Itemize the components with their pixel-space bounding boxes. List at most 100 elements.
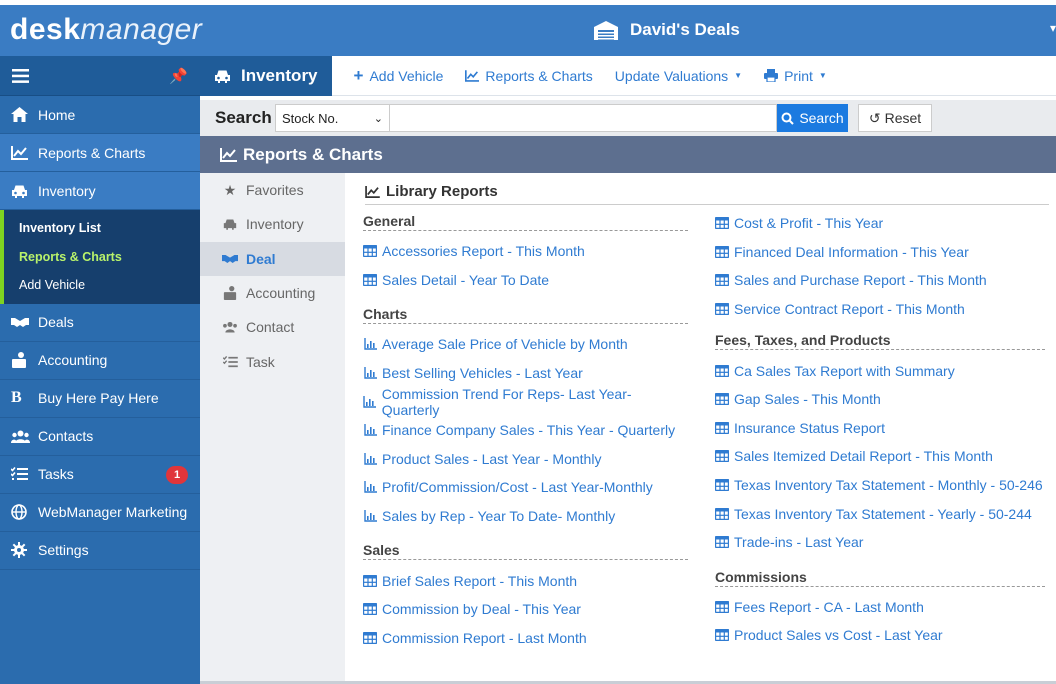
report-link[interactable]: Product Sales - Last Year - Monthly — [363, 445, 688, 474]
caret-down-icon: ▼ — [818, 71, 827, 80]
report-link-label: Brief Sales Report - This Month — [382, 572, 578, 589]
report-link[interactable]: Accessories Report - This Month — [363, 237, 688, 266]
chevron-down-icon[interactable]: ▾ — [1050, 21, 1056, 35]
report-link-label: Product Sales vs Cost - Last Year — [734, 627, 943, 644]
car-icon — [11, 184, 38, 198]
sidebar-item-deals[interactable]: Deals — [0, 304, 200, 342]
report-link[interactable]: Financed Deal Information - This Year — [715, 238, 1045, 267]
report-group: Sales Brief Sales Report - This Month Comm… — [363, 540, 688, 652]
chart-icon — [220, 147, 237, 162]
car-icon — [222, 218, 238, 231]
bar-chart-icon — [363, 395, 377, 408]
category-label: Inventory — [246, 216, 304, 233]
report-group: Charts Average Sale Price of Vehicle by M… — [363, 304, 688, 530]
search-field-select[interactable]: Stock No. ⌄ — [275, 104, 390, 132]
report-link[interactable]: Best Selling Vehicles - Last Year — [363, 359, 688, 388]
print-dropdown[interactable]: Print ▼ — [764, 68, 827, 84]
search-label: Search — [215, 108, 272, 127]
report-link[interactable]: Sales Itemized Detail Report - This Mont… — [715, 442, 1045, 471]
hamburger-icon[interactable] — [12, 68, 29, 83]
category-task[interactable]: Task — [200, 344, 345, 378]
report-group-title: General — [363, 211, 688, 231]
bar-chart-icon — [363, 367, 377, 379]
search-input[interactable] — [390, 104, 777, 132]
inventory-subnav: Inventory List Reports & Charts Add Vehi… — [0, 210, 200, 304]
sidebar-item-label: Home — [38, 106, 76, 123]
report-link[interactable]: Texas Inventory Tax Statement - Yearly -… — [715, 499, 1045, 528]
add-vehicle-button[interactable]: + Add Vehicle — [354, 66, 444, 86]
sidebar-item-home[interactable]: Home — [0, 96, 200, 134]
report-link[interactable]: Sales by Rep - Year To Date- Monthly — [363, 502, 688, 531]
report-link[interactable]: Product Sales vs Cost - Last Year — [715, 621, 1045, 650]
report-link[interactable]: Sales Detail - Year To Date — [363, 266, 688, 295]
subnav-add-vehicle[interactable]: Add Vehicle — [4, 271, 200, 300]
pin-icon[interactable]: 📌 — [169, 67, 188, 85]
sidebar-item-label: Accounting — [38, 352, 108, 368]
top-bar-inner: deskmanager David's Deals ▾ — [0, 5, 1056, 56]
update-valuations-dropdown[interactable]: Update Valuations ▼ — [615, 68, 742, 84]
report-link[interactable]: Gap Sales - This Month — [715, 385, 1045, 414]
sidebar-item-settings[interactable]: Settings — [0, 532, 200, 570]
report-link[interactable]: Commission by Deal - This Year — [363, 595, 688, 624]
category-contact[interactable]: Contact — [200, 310, 345, 344]
search-button[interactable]: Search — [777, 104, 848, 132]
report-link[interactable]: Cost & Profit - This Year — [715, 209, 1045, 238]
sidebar-item-accounting[interactable]: Accounting — [0, 342, 200, 380]
sidebar-item-contacts[interactable]: Contacts — [0, 418, 200, 456]
handshake-icon — [11, 316, 38, 328]
report-link-label: Profit/Commission/Cost - Last Year-Month… — [382, 479, 653, 496]
report-link[interactable]: Ca Sales Tax Report with Summary — [715, 356, 1045, 385]
sidebar-toggle[interactable]: 📌 — [0, 56, 200, 96]
report-link[interactable]: Sales and Purchase Report - This Month — [715, 266, 1045, 295]
section-header: Reports & Charts — [200, 136, 1056, 173]
sidebar-item-tasks[interactable]: Tasks 1 — [0, 456, 200, 494]
report-link[interactable]: Service Contract Report - This Month — [715, 295, 1045, 324]
toolbar-title: Inventory — [200, 55, 332, 96]
category-favorites[interactable]: ★ Favorites — [200, 173, 345, 207]
update-valuations-label: Update Valuations — [614, 67, 729, 84]
library-reports-title: Library Reports — [386, 183, 498, 200]
bar-chart-icon — [363, 338, 377, 351]
globe-icon — [11, 504, 38, 520]
table-icon — [715, 364, 729, 377]
sidebar-item-webmanager[interactable]: WebManager Marketing — [0, 494, 200, 532]
sidebar-item-reports[interactable]: Reports & Charts — [0, 134, 200, 172]
car-icon — [215, 70, 230, 83]
report-link[interactable]: Fees Report - CA - Last Month — [715, 593, 1045, 622]
report-group: Fees, Taxes, and Products Ca Sales Tax Re… — [715, 330, 1045, 556]
report-link-label: Ca Sales Tax Report with Summary — [734, 362, 955, 379]
garage-icon — [594, 21, 618, 40]
report-link-label: Gap Sales - This Month — [734, 391, 881, 408]
report-group: General Accessories Report - This Month Sa… — [363, 211, 688, 294]
report-link[interactable]: Texas Inventory Tax Statement - Monthly … — [715, 471, 1045, 500]
undo-icon: ↺ — [868, 109, 881, 126]
accounting-icon — [222, 286, 238, 301]
star-icon: ★ — [223, 181, 237, 198]
subnav-reports-charts[interactable]: Reports & Charts — [4, 243, 200, 272]
report-link[interactable]: Commission Report - Last Month — [363, 624, 688, 653]
report-link[interactable]: Brief Sales Report - This Month — [363, 566, 688, 595]
reports-charts-label: Reports & Charts — [485, 67, 593, 84]
reset-button[interactable]: ↺ Reset — [858, 104, 932, 132]
category-inventory[interactable]: Inventory — [200, 207, 345, 241]
brand-logo[interactable]: deskmanager — [10, 13, 202, 47]
right-report-column: Cost & Profit - This Year Financed Deal I… — [715, 211, 1045, 660]
sidebar-item-bhph[interactable]: B Buy Here Pay Here — [0, 380, 200, 418]
table-icon — [715, 450, 729, 463]
sidebar-item-inventory[interactable]: Inventory — [0, 172, 200, 210]
report-link[interactable]: Trade-ins - Last Year — [715, 528, 1045, 557]
subnav-inventory-list[interactable]: Inventory List — [4, 214, 200, 243]
report-link[interactable]: Average Sale Price of Vehicle by Month — [363, 330, 688, 359]
report-link[interactable]: Profit/Commission/Cost - Last Year-Month… — [363, 473, 688, 502]
reports-charts-button[interactable]: Reports & Charts — [465, 67, 593, 84]
dealer-selector[interactable]: David's Deals — [592, 19, 740, 41]
category-accounting[interactable]: Accounting — [200, 276, 345, 310]
top-bar: deskmanager David's Deals ▾ — [0, 0, 1056, 58]
category-deal[interactable]: Deal — [200, 241, 345, 276]
report-link[interactable]: Finance Company Sales - This Year - Quar… — [363, 416, 688, 445]
library-reports-header: Library Reports — [365, 183, 1049, 205]
report-link[interactable]: Commission Trend For Reps- Last Year- Qu… — [363, 386, 688, 418]
report-link-label: Texas Inventory Tax Statement - Monthly … — [734, 477, 1043, 494]
report-link[interactable]: Insurance Status Report — [715, 414, 1045, 443]
report-group-title: Fees, Taxes, and Products — [715, 330, 1045, 351]
